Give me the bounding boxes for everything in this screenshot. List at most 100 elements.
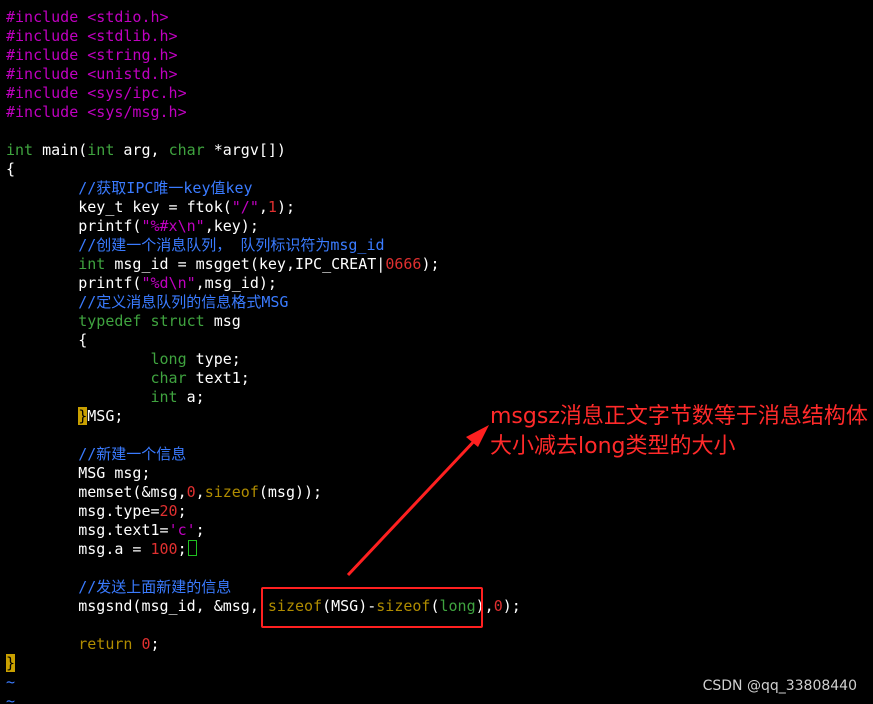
code-line[interactable]: #include <sys/msg.h> bbox=[6, 103, 521, 122]
code-line[interactable]: //创建一个消息队列， 队列标识符为msg_id bbox=[6, 236, 521, 255]
code-line[interactable]: ~ bbox=[6, 673, 521, 692]
code-token: struct bbox=[150, 312, 205, 330]
code-line[interactable]: }MSG; bbox=[6, 407, 521, 426]
watermark: CSDN @qq_33808440 bbox=[702, 678, 857, 694]
code-line[interactable]: //定义消息队列的信息格式MSG bbox=[6, 293, 521, 312]
code-token: int bbox=[78, 255, 106, 273]
code-token: , bbox=[258, 198, 268, 216]
code-line[interactable]: //新建一个信息 bbox=[6, 445, 521, 464]
code-token: ; bbox=[150, 635, 160, 653]
code-line[interactable]: char text1; bbox=[6, 369, 521, 388]
code-token: #include <sys/msg.h> bbox=[6, 103, 187, 121]
code-line[interactable]: ​ bbox=[6, 559, 521, 578]
code-token: main( bbox=[33, 141, 88, 159]
vim-editor[interactable]: #include <stdio.h> #include <stdlib.h> #in… bbox=[0, 0, 873, 704]
code-token: a; bbox=[177, 388, 205, 406]
code-token: long bbox=[150, 350, 187, 368]
code-line[interactable]: typedef struct msg bbox=[6, 312, 521, 331]
code-token: text1; bbox=[186, 369, 250, 387]
code-line[interactable]: int a; bbox=[6, 388, 521, 407]
code-line[interactable]: #include <stdio.h> bbox=[6, 8, 521, 27]
code-token: (msg)); bbox=[258, 483, 323, 501]
code-token: msg.text1= bbox=[6, 521, 169, 539]
code-token: ); bbox=[421, 255, 440, 273]
code-token: "%#x\n" bbox=[141, 217, 205, 235]
code-line[interactable]: { bbox=[6, 331, 521, 350]
annotation-text: msgsz消息正文字节数等于消息结构体大小减去long类型的大小 bbox=[490, 404, 868, 459]
code-token: MSG msg; bbox=[6, 464, 151, 482]
code-token: int bbox=[150, 388, 178, 406]
code-token: #include <sys/ipc.h> bbox=[6, 84, 187, 102]
code-token: printf( bbox=[6, 274, 142, 292]
highlight-box bbox=[261, 587, 483, 628]
code-token: 100 bbox=[150, 540, 178, 558]
code-token: sizeof bbox=[204, 483, 259, 501]
code-line[interactable]: return 0; bbox=[6, 635, 521, 654]
code-token: char bbox=[168, 141, 205, 159]
code-token: msg_id = msgget(key,IPC_CREAT| bbox=[105, 255, 386, 273]
code-token: type; bbox=[186, 350, 241, 368]
code-token: #include <stdlib.h> bbox=[6, 27, 178, 45]
code-line[interactable]: msg.text1='c'; bbox=[6, 521, 521, 540]
code-line[interactable]: //获取IPC唯一key值key bbox=[6, 179, 521, 198]
code-token: { bbox=[6, 160, 16, 178]
code-token: 1 bbox=[267, 198, 277, 216]
code-line[interactable]: #include <string.h> bbox=[6, 46, 521, 65]
cursor-icon bbox=[187, 540, 197, 556]
code-line[interactable]: #include <unistd.h> bbox=[6, 65, 521, 84]
code-token: //新建一个信息 bbox=[78, 445, 187, 463]
code-line[interactable]: ​ bbox=[6, 426, 521, 445]
code-token: //发送上面新建的信息 bbox=[78, 578, 232, 596]
code-token: key_t key = ftok( bbox=[6, 198, 232, 216]
code-line[interactable]: msg.type=20; bbox=[6, 502, 521, 521]
code-line[interactable]: #include <sys/ipc.h> bbox=[6, 84, 521, 103]
code-token: ~ bbox=[6, 692, 16, 704]
code-token: memset(&msg, bbox=[6, 483, 187, 501]
code-token: 0666 bbox=[385, 255, 422, 273]
code-line[interactable]: memset(&msg,0,sizeof(msg)); bbox=[6, 483, 521, 502]
code-token: ); bbox=[502, 597, 521, 615]
code-line[interactable]: #include <stdlib.h> bbox=[6, 27, 521, 46]
code-line[interactable]: MSG msg; bbox=[6, 464, 521, 483]
code-line[interactable]: } bbox=[6, 654, 521, 673]
code-token: 20 bbox=[159, 502, 178, 520]
code-token: msg.type= bbox=[6, 502, 160, 520]
code-token: { bbox=[6, 331, 88, 349]
code-token: ; bbox=[177, 502, 187, 520]
code-line[interactable]: ~ bbox=[6, 692, 521, 704]
code-token: char bbox=[150, 369, 187, 387]
code-token: //创建一个消息队列， 队列标识符为msg_id bbox=[78, 236, 385, 254]
code-token: , bbox=[195, 483, 205, 501]
code-line[interactable]: printf("%d\n",msg_id); bbox=[6, 274, 521, 293]
code-token: //定义消息队列的信息格式MSG bbox=[78, 293, 289, 311]
code-token: } bbox=[6, 654, 16, 672]
code-token: typedef bbox=[78, 312, 142, 330]
code-line[interactable]: long type; bbox=[6, 350, 521, 369]
code-line[interactable]: int msg_id = msgget(key,IPC_CREAT|0666); bbox=[6, 255, 521, 274]
code-token: ,msg_id); bbox=[195, 274, 277, 292]
code-line[interactable]: ​ bbox=[6, 122, 521, 141]
code-token: msgsnd(msg_id, &msg, bbox=[6, 597, 268, 615]
code-line[interactable]: { bbox=[6, 160, 521, 179]
code-token: printf( bbox=[6, 217, 142, 235]
code-line[interactable]: printf("%#x\n",key); bbox=[6, 217, 521, 236]
code-line[interactable]: int main(int arg, char *argv[]) bbox=[6, 141, 521, 160]
code-line[interactable]: msg.a = 100; bbox=[6, 540, 521, 559]
code-token: } bbox=[78, 407, 88, 425]
code-line[interactable]: key_t key = ftok("/",1); bbox=[6, 198, 521, 217]
code-token: msg.a = bbox=[6, 540, 151, 558]
code-token: 0 bbox=[141, 635, 151, 653]
code-token: msg bbox=[204, 312, 241, 330]
code-token: int bbox=[87, 141, 115, 159]
code-token: ,key); bbox=[204, 217, 259, 235]
code-token: ; bbox=[195, 521, 205, 539]
code-token: 'c' bbox=[168, 521, 196, 539]
